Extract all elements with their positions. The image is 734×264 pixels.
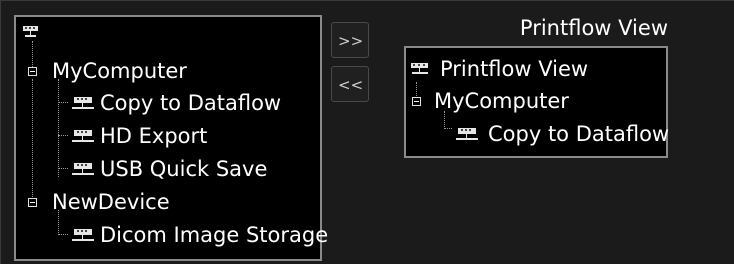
tree-node-hd-export[interactable]: HD Export [68,123,268,149]
add-to-printflow-button[interactable]: >> [331,22,369,58]
tree-node-label: USB Quick Save [100,157,268,181]
tree-node-mycomputer[interactable]: MyComputer [28,58,228,84]
tree-connector [58,79,60,177]
tree-node-copy-to-dataflow[interactable]: Copy to Dataflow [452,121,672,147]
tree-node-label: HD Export [100,124,208,148]
tree-node-label: MyComputer [434,89,569,113]
collapse-icon[interactable] [28,67,37,76]
tree-connector [444,128,452,130]
tree-connector [58,135,68,137]
tree-node-dicom-image-storage[interactable]: Dicom Image Storage [68,222,328,248]
tree-connector [32,79,34,207]
tree-node-label: Copy to Dataflow [100,91,282,115]
tree-node-label: Copy to Dataflow [488,122,670,146]
device-icon [72,229,94,241]
printflow-tree[interactable]: Printflow View MyComputer Copy to Datafl… [404,46,669,158]
collapse-icon[interactable] [28,198,37,207]
tree-connector [58,234,68,236]
printflow-view-title: Printflow View [519,16,668,40]
tree-node-label: MyComputer [52,59,187,83]
device-icon [72,163,94,175]
tree-connector [58,168,68,170]
tree-node-newdevice[interactable]: NewDevice [28,189,228,215]
tree-node-usb-quick-save[interactable]: USB Quick Save [68,156,288,182]
tree-node-copy-to-dataflow[interactable]: Copy to Dataflow [68,90,308,116]
device-icon [72,97,94,109]
remove-from-printflow-button[interactable]: << [331,66,369,102]
computer-icon [411,63,428,74]
tree-connector [58,102,68,104]
device-icon [72,130,94,142]
device-icon [456,128,478,140]
tree-node-mycomputer[interactable]: MyComputer [412,88,612,114]
computer-icon [23,26,38,37]
tree-node-label: NewDevice [52,190,170,214]
collapse-icon[interactable] [412,97,421,106]
tree-node-label: Dicom Image Storage [100,223,329,247]
tree-node-printflow-view[interactable]: Printflow View [410,56,650,82]
tree-node-label: Printflow View [440,57,589,81]
device-tree[interactable]: MyComputer Copy to Dataflow HD Export US… [14,15,328,261]
